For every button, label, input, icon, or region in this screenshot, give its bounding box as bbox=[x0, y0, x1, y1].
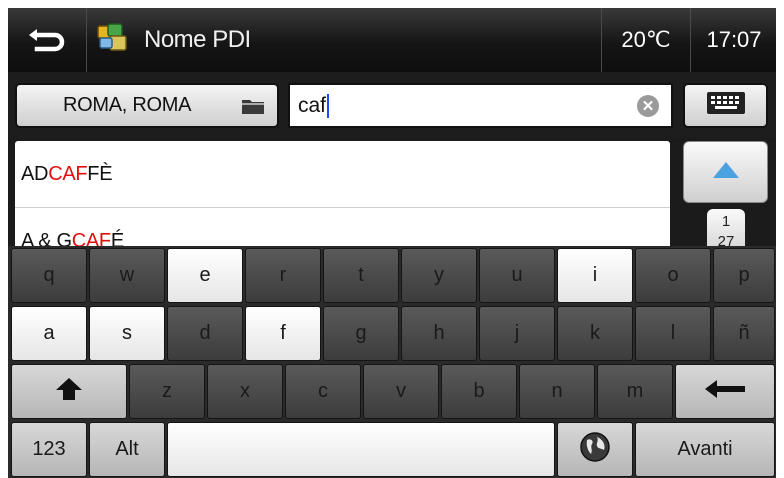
poi-group-icon bbox=[96, 22, 132, 59]
key-label: r bbox=[279, 264, 287, 286]
key-g[interactable]: g bbox=[323, 306, 399, 361]
key-a[interactable]: a bbox=[11, 306, 87, 361]
list-item[interactable]: AD CAF FÈ bbox=[15, 141, 670, 208]
key-k[interactable]: k bbox=[557, 306, 633, 361]
city-label: ROMA, ROMA bbox=[63, 94, 192, 116]
key-y[interactable]: y bbox=[401, 248, 477, 303]
key-j[interactable]: j bbox=[479, 306, 555, 361]
header-title-area: Nome PDI bbox=[96, 8, 596, 72]
list-item[interactable]: A & G CAF É bbox=[15, 208, 670, 252]
key-label: h bbox=[433, 322, 445, 344]
key-t[interactable]: t bbox=[323, 248, 399, 303]
language-key[interactable] bbox=[557, 422, 633, 477]
key-label: Avanti bbox=[677, 438, 733, 460]
key-h[interactable]: h bbox=[401, 306, 477, 361]
key-l[interactable]: l bbox=[635, 306, 711, 361]
key-label: i bbox=[592, 264, 598, 286]
search-input[interactable]: caf ✕ bbox=[288, 83, 673, 128]
next-button[interactable]: Avanti bbox=[635, 422, 775, 477]
alt-key[interactable]: Alt bbox=[89, 422, 165, 477]
back-button[interactable] bbox=[8, 8, 87, 72]
backspace-key[interactable] bbox=[675, 364, 775, 419]
city-selector-button[interactable]: ROMA, ROMA bbox=[15, 83, 279, 128]
key-label: 123 bbox=[32, 438, 66, 460]
key-label: x bbox=[240, 380, 250, 402]
key-label: t bbox=[358, 264, 364, 286]
key-b[interactable]: b bbox=[441, 364, 517, 419]
key-e[interactable]: e bbox=[167, 248, 243, 303]
key-label: l bbox=[670, 322, 676, 344]
key-m[interactable]: m bbox=[597, 364, 673, 419]
results-list: AD CAF FÈ A & G CAF É bbox=[15, 141, 670, 251]
key-v[interactable]: v bbox=[363, 364, 439, 419]
key-c[interactable]: c bbox=[285, 364, 361, 419]
key-f[interactable]: f bbox=[245, 306, 321, 361]
keyboard-toggle-button[interactable] bbox=[683, 83, 768, 128]
key-u[interactable]: u bbox=[479, 248, 555, 303]
result-text: AD bbox=[21, 162, 49, 185]
page-title: Nome PDI bbox=[144, 26, 251, 53]
header-bar: Nome PDI 20℃ 17:07 bbox=[8, 8, 776, 73]
keyboard-icon bbox=[706, 91, 746, 120]
key-d[interactable]: d bbox=[167, 306, 243, 361]
key-label: z bbox=[162, 380, 172, 402]
key-o[interactable]: o bbox=[635, 248, 711, 303]
key-label: w bbox=[119, 264, 135, 286]
clock: 17:07 bbox=[690, 8, 776, 72]
key-label: n bbox=[551, 380, 563, 402]
scroll-up-button[interactable] bbox=[683, 141, 768, 203]
key-label: j bbox=[514, 322, 520, 344]
key-label: d bbox=[199, 322, 211, 344]
scroll-up-triangle-icon bbox=[711, 160, 741, 185]
key-label: s bbox=[122, 322, 132, 344]
numbers-key[interactable]: 123 bbox=[11, 422, 87, 477]
key-label: Alt bbox=[115, 438, 139, 460]
key-label: a bbox=[43, 322, 55, 344]
key-label: v bbox=[396, 380, 406, 402]
key-label: e bbox=[199, 264, 211, 286]
page-current: 1 bbox=[721, 213, 731, 230]
globe-icon bbox=[579, 431, 611, 469]
key-label: k bbox=[590, 322, 600, 344]
text-caret bbox=[327, 93, 330, 118]
key-q[interactable]: q bbox=[11, 248, 87, 303]
key-label: g bbox=[355, 322, 367, 344]
key-w[interactable]: w bbox=[89, 248, 165, 303]
shift-arrow-icon bbox=[54, 376, 84, 408]
navigation-screen: Nome PDI 20℃ 17:07 ROMA, ROMA caf ✕ AD C… bbox=[8, 8, 776, 478]
key-i[interactable]: i bbox=[557, 248, 633, 303]
match-highlight: CAF bbox=[48, 162, 88, 185]
key-label: u bbox=[511, 264, 523, 286]
key-r[interactable]: r bbox=[245, 248, 321, 303]
on-screen-keyboard: q w e r t y u i o p a s d f g h j k l ñ … bbox=[8, 246, 776, 478]
key-z[interactable]: z bbox=[129, 364, 205, 419]
key-s[interactable]: s bbox=[89, 306, 165, 361]
key-p[interactable]: p bbox=[713, 248, 775, 303]
search-query: caf bbox=[298, 93, 327, 117]
backspace-arrow-icon bbox=[703, 378, 747, 406]
key-label: y bbox=[434, 264, 444, 286]
shift-key[interactable] bbox=[11, 364, 127, 419]
key-label: f bbox=[280, 322, 286, 344]
key-label: q bbox=[43, 264, 55, 286]
back-arrow-icon bbox=[27, 23, 67, 58]
key-n-tilde[interactable]: ñ bbox=[713, 306, 775, 361]
folder-icon bbox=[241, 97, 265, 120]
key-label: o bbox=[667, 264, 679, 286]
key-label: p bbox=[738, 264, 750, 286]
key-x[interactable]: x bbox=[207, 364, 283, 419]
key-label: c bbox=[318, 380, 328, 402]
temperature: 20℃ bbox=[601, 8, 690, 72]
result-text: FÈ bbox=[87, 162, 113, 185]
key-label: b bbox=[473, 380, 485, 402]
key-label: ñ bbox=[738, 322, 750, 344]
clear-icon[interactable]: ✕ bbox=[637, 95, 659, 117]
key-n[interactable]: n bbox=[519, 364, 595, 419]
key-label: m bbox=[626, 380, 644, 402]
search-row: ROMA, ROMA caf ✕ bbox=[8, 72, 776, 138]
space-key[interactable] bbox=[167, 422, 555, 477]
